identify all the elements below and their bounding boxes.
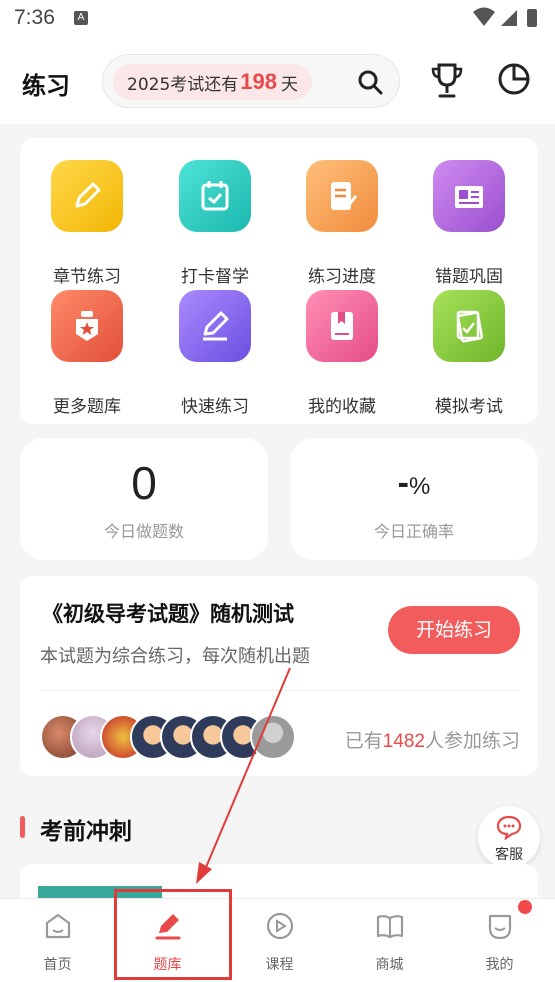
countdown-days: 198 (240, 69, 277, 94)
random-test-title: 《初级导考试题》随机测试 (42, 602, 294, 626)
header: 练习 2025考试还有 198 天 (0, 38, 555, 124)
tab-profile[interactable]: 我的 (444, 899, 555, 982)
joined-suffix: 人参加练习 (424, 730, 520, 752)
grid-label: 打卡督学 (181, 267, 249, 287)
today-count-value: 0 (131, 457, 157, 509)
tab-courses[interactable]: 课程 (224, 899, 335, 982)
tab-label: 商城 (375, 957, 404, 973)
section-title: 考前冲刺 (40, 819, 132, 845)
tab-label: 课程 (265, 957, 294, 973)
quick-edit-icon (179, 290, 251, 362)
tab-label: 首页 (43, 957, 72, 973)
book-open-icon (376, 915, 404, 939)
grid-label: 快速练习 (181, 397, 249, 417)
accuracy-unit: % (408, 473, 431, 500)
divider (40, 690, 520, 691)
document-edit-icon (306, 160, 378, 232)
grid-item-progress[interactable]: 练习进度 (282, 160, 402, 290)
joined-prefix: 已有 (344, 730, 383, 752)
wifi-icon (473, 7, 495, 26)
tab-home[interactable]: 首页 (2, 899, 113, 982)
avatar (250, 714, 296, 760)
bookmark-book-icon (306, 290, 378, 362)
exam-paper-icon (433, 290, 505, 362)
grid-item-checkin[interactable]: 打卡督学 (155, 160, 275, 290)
grid-item-quick-practice[interactable]: 快速练习 (155, 290, 275, 420)
page-title: 练习 (22, 72, 70, 100)
tab-label: 题库 (153, 957, 182, 973)
grid-item-more-banks[interactable]: 更多题库 (27, 290, 147, 420)
notification-icon: A (74, 11, 88, 25)
trophy-icon[interactable] (430, 62, 464, 100)
customer-service-label: 客服 (495, 847, 523, 863)
grid-label: 错题巩固 (435, 267, 503, 287)
today-count-label: 今日做题数 (103, 522, 184, 541)
grid-label: 章节练习 (53, 267, 121, 287)
play-circle-icon (266, 912, 294, 940)
countdown-prefix: 2025考试还有 (127, 74, 239, 95)
calendar-check-icon (179, 160, 251, 232)
tab-label: 我的 (485, 957, 514, 973)
grid-label: 练习进度 (308, 267, 376, 287)
chat-bubble-icon (496, 815, 522, 840)
start-practice-button[interactable]: 开始练习 (388, 606, 520, 654)
participant-avatars (40, 714, 296, 760)
battery-icon (527, 9, 537, 27)
bottom-tab-bar: 首页 题库 课程 商城 我的 (0, 898, 555, 982)
pencil-icon (51, 160, 123, 232)
accuracy-card: -% 今日正确率 (290, 438, 538, 560)
smile-icon (488, 914, 512, 940)
tab-store[interactable]: 商城 (334, 899, 445, 982)
search-bar[interactable]: 2025考试还有 198 天 (102, 54, 400, 108)
pie-chart-icon[interactable] (497, 62, 531, 96)
participants-count: 已有1482人参加练习 (345, 726, 520, 753)
grid-item-chapter-practice[interactable]: 章节练习 (27, 160, 147, 290)
grid-item-wrong-questions[interactable]: 错题巩固 (409, 160, 529, 290)
newspaper-icon (433, 160, 505, 232)
notification-dot (518, 900, 532, 914)
random-test-card: 《初级导考试题》随机测试 本试题为综合练习，每次随机出题 开始练习 已有1482… (20, 576, 538, 776)
badge-star-icon (51, 290, 123, 362)
grid-item-favorites[interactable]: 我的收藏 (282, 290, 402, 420)
customer-service-button[interactable]: 客服 (478, 806, 540, 868)
grid-label: 更多题库 (53, 397, 121, 417)
status-time: 7:36 (14, 6, 55, 29)
countdown-suffix: 天 (280, 74, 298, 95)
status-icons (473, 7, 537, 27)
feature-grid: 章节练习 打卡督学 练习进度 错题巩固 更多题库 快速练习 我的收藏 模拟考试 (20, 138, 538, 424)
search-icon[interactable] (357, 69, 383, 95)
grid-item-mock-exam[interactable]: 模拟考试 (409, 290, 529, 420)
status-bar: 7:36 A (0, 0, 555, 38)
joined-count: 1482 (382, 731, 425, 752)
accuracy-value: -% (290, 464, 538, 503)
grid-label: 我的收藏 (308, 397, 376, 417)
home-icon (45, 913, 71, 939)
section-accent-bar (20, 816, 25, 838)
accuracy-number: - (397, 464, 409, 502)
random-test-subtitle: 本试题为综合练习，每次随机出题 (40, 646, 310, 667)
exam-countdown: 2025考试还有 198 天 (113, 64, 312, 100)
accuracy-label: 今日正确率 (373, 522, 454, 541)
tab-question-bank[interactable]: 题库 (112, 899, 223, 982)
today-count-card: 0 今日做题数 (20, 438, 268, 560)
edit-pen-icon (155, 914, 181, 940)
grid-label: 模拟考试 (435, 397, 503, 417)
signal-icon (501, 10, 517, 26)
